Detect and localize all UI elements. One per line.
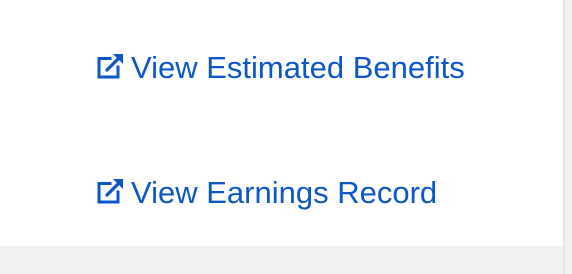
panel-divider [563,0,565,274]
view-estimated-benefits-link[interactable]: View Estimated Benefits [95,49,465,83]
view-earnings-record-label: View Earnings Record [131,175,438,210]
view-earnings-record-link[interactable]: View Earnings Record [95,174,437,208]
content-panel: View Estimated Benefits View Earnings Re… [0,0,563,246]
external-link-icon [95,175,127,207]
view-estimated-benefits-label: View Estimated Benefits [131,50,465,85]
external-link-icon [95,50,127,82]
